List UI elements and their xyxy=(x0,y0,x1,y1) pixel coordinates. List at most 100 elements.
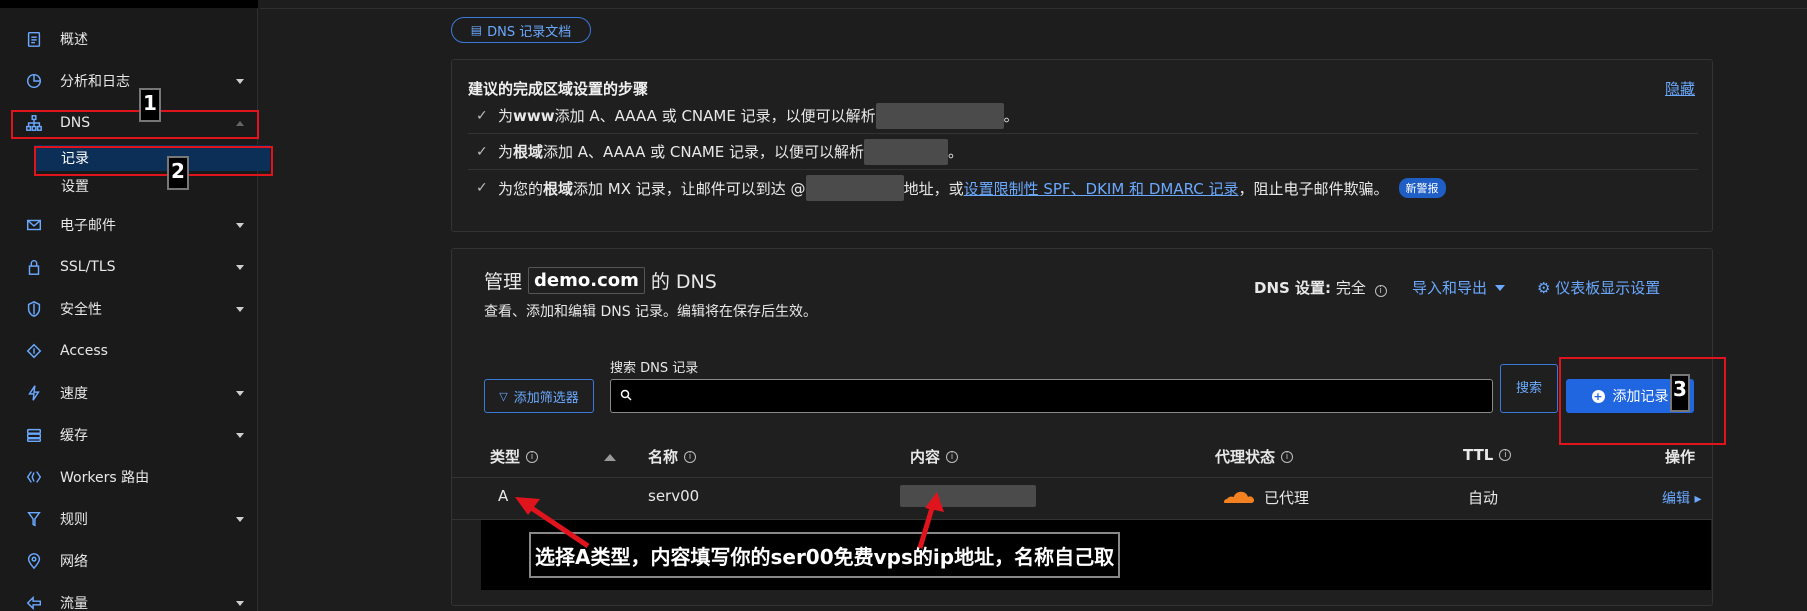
column-header-type[interactable]: 类型 i xyxy=(490,446,539,467)
info-icon: i xyxy=(1499,449,1512,461)
annotation-marker-2: 2 xyxy=(167,156,189,190)
new-alert-badge: 新警报 xyxy=(1398,178,1446,198)
annotation-marker-3: 3 xyxy=(1670,374,1690,412)
hide-link[interactable]: 隐藏 xyxy=(1665,78,1695,99)
step-text: 地址，或 xyxy=(903,179,964,198)
step-text: 为您的 xyxy=(498,179,544,198)
column-header-proxy-status[interactable]: 代理状态 i xyxy=(1215,446,1294,467)
sidebar-item-ssl[interactable]: SSL/TLS xyxy=(0,246,258,288)
workers-icon xyxy=(24,467,44,487)
sidebar-item-label: 安全性 xyxy=(60,302,102,318)
add-filter-button[interactable]: ▽ 添加筛选器 xyxy=(484,379,594,413)
sidebar-item-speed[interactable]: 速度 xyxy=(0,372,258,414)
dns-setting-value: 完全 xyxy=(1335,279,1366,297)
check-icon: ✓ xyxy=(476,107,488,124)
edit-record-link[interactable]: 编辑 ▸ xyxy=(1662,488,1701,508)
sidebar-item-rules[interactable]: 规则 xyxy=(0,498,258,540)
location-icon xyxy=(24,551,44,571)
add-filter-label: 添加筛选器 xyxy=(513,390,579,406)
shield-icon xyxy=(24,299,44,319)
column-header-label: 内容 xyxy=(910,448,941,466)
step-text: 添加 A、AAAA 或 CNAME 记录，以便可以解析 xyxy=(554,107,876,125)
sidebar-item-email[interactable]: 电子邮件 xyxy=(0,204,258,246)
sidebar-item-label: SSL/TLS xyxy=(60,259,116,275)
dashboard-display-settings[interactable]: ⚙ 仪表板显示设置 xyxy=(1537,277,1660,298)
funnel-icon: ▽ xyxy=(499,389,508,403)
sidebar: 概述 分析和日志 DNS 记录 设置 电子邮件 SSL/TLS 安全性 Acce… xyxy=(0,8,270,611)
pie-chart-icon xyxy=(24,71,44,91)
record-name: serv00 xyxy=(648,487,700,505)
sidebar-item-traffic[interactable]: 流量 xyxy=(0,582,258,611)
step-text-bold: 根域 xyxy=(513,143,544,161)
sidebar-subitem-settings[interactable]: 设置 xyxy=(34,173,270,199)
chevron-down-icon xyxy=(236,600,244,606)
setup-steps-title: 建议的完成区域设置的步骤 xyxy=(468,80,649,98)
chevron-down-icon xyxy=(236,432,244,438)
table-divider xyxy=(452,477,1712,478)
page-subtitle: 查看、添加和编辑 DNS 记录。编辑将在保存后生效。 xyxy=(484,304,818,320)
access-icon xyxy=(24,341,44,361)
check-icon: ✓ xyxy=(476,143,488,160)
sidebar-item-label: 网络 xyxy=(60,554,88,570)
traffic-icon xyxy=(24,593,44,611)
sidebar-item-security[interactable]: 安全性 xyxy=(0,288,258,330)
column-header-label: 名称 xyxy=(648,448,679,466)
chevron-down-icon xyxy=(236,222,244,228)
top-bar xyxy=(0,0,258,8)
spf-dkim-dmarc-link[interactable]: 设置限制性 SPF、DKIM 和 DMARC 记录 xyxy=(964,178,1239,199)
sidebar-item-label: 分析和日志 xyxy=(60,74,130,90)
sidebar-item-label: 电子邮件 xyxy=(60,218,116,234)
step-text: 。 xyxy=(948,143,964,161)
info-icon: i xyxy=(526,450,539,463)
info-icon: i xyxy=(946,450,959,463)
redacted-block xyxy=(875,102,1004,129)
gear-icon: ⚙ xyxy=(1537,279,1551,297)
info-icon: i xyxy=(684,450,697,463)
annotation-caption: 选择A类型，内容填写你的ser00免费vps的ip地址，名称自己取 xyxy=(529,532,1121,578)
dashboard-settings-label: 仪表板显示设置 xyxy=(1555,279,1661,297)
sidebar-item-label: 速度 xyxy=(60,386,88,402)
column-header-name[interactable]: 名称 i xyxy=(648,446,697,467)
column-header-content[interactable]: 内容 i xyxy=(910,446,959,467)
check-icon: ✓ xyxy=(476,180,488,196)
search-input[interactable] xyxy=(610,379,1493,413)
annotation-box-dns xyxy=(11,110,259,139)
annotation-box-add-record xyxy=(1559,357,1726,445)
step-text-bold: 根域 xyxy=(543,179,574,198)
chevron-down-icon xyxy=(236,516,244,522)
annotation-box-records xyxy=(34,146,273,176)
sidebar-item-label: Workers 路由 xyxy=(60,470,150,486)
step-text: 为 xyxy=(498,107,514,125)
import-export-dropdown[interactable]: 导入和导出 xyxy=(1412,277,1506,298)
step-item-root: ✓ 为 根域 添加 A、AAAA 或 CNAME 记录，以便可以解析 。 xyxy=(468,134,1698,170)
email-icon xyxy=(24,215,44,235)
column-header-actions: 操作 xyxy=(1665,446,1695,467)
sort-ascending-icon[interactable] xyxy=(604,454,616,461)
sidebar-item-workers-routes[interactable]: Workers 路由 xyxy=(0,456,258,498)
sidebar-item-access[interactable]: Access xyxy=(0,330,258,372)
step-item-www: ✓ 为 www 添加 A、AAAA 或 CNAME 记录，以便可以解析 。 xyxy=(468,98,1698,134)
step-text-bold: www xyxy=(513,106,555,125)
redacted-block xyxy=(900,485,1036,507)
sidebar-item-label: Access xyxy=(60,343,108,359)
search-button-label: 搜索 xyxy=(1515,380,1542,396)
chevron-down-icon xyxy=(236,78,244,84)
book-icon: ▤ xyxy=(470,23,483,37)
lightning-icon xyxy=(24,383,44,403)
search-button[interactable]: 搜索 xyxy=(1500,364,1558,413)
sidebar-item-label: 规则 xyxy=(60,512,88,528)
lock-icon xyxy=(24,257,44,277)
proxy-status: 已代理 xyxy=(1264,489,1310,507)
sidebar-item-network[interactable]: 网络 xyxy=(0,540,258,582)
sidebar-item-cache[interactable]: 缓存 xyxy=(0,414,258,456)
step-text: 添加 MX 记录，让邮件可以到达 @ xyxy=(573,179,806,198)
info-icon: i xyxy=(1281,450,1294,463)
dns-docs-link[interactable]: ▤ DNS 记录文档 xyxy=(451,17,591,43)
info-icon[interactable]: i xyxy=(1374,285,1387,297)
sidebar-item-analytics[interactable]: 分析和日志 xyxy=(0,60,258,102)
sidebar-item-overview[interactable]: 概述 xyxy=(0,18,258,60)
domain-name: demo.com xyxy=(528,267,645,294)
column-header-ttl[interactable]: TTL i xyxy=(1463,446,1512,464)
redacted-block xyxy=(864,138,949,165)
cloud-icon xyxy=(1223,491,1255,503)
